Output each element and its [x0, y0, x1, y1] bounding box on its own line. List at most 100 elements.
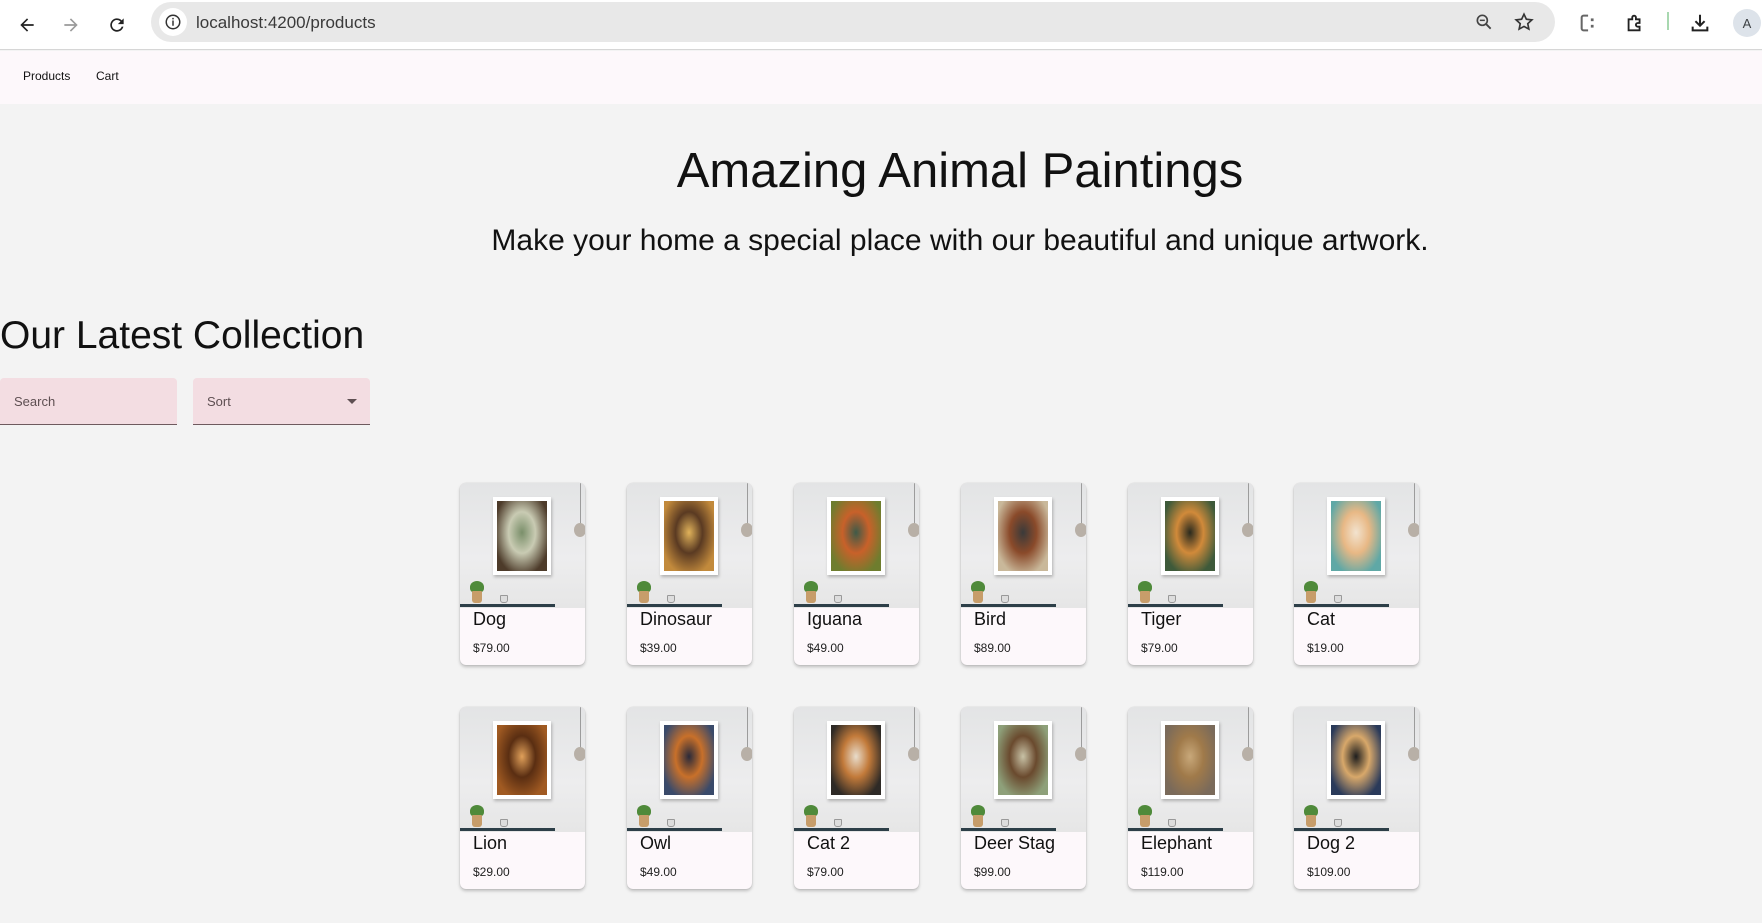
- bookmark-star-icon[interactable]: [1512, 10, 1536, 34]
- pendant-lamp: [1408, 747, 1419, 761]
- product-card[interactable]: Bird $89.00: [961, 483, 1086, 665]
- painting-frame: [1327, 497, 1385, 575]
- product-image[interactable]: [961, 707, 1086, 832]
- plant-pot: [1306, 815, 1316, 827]
- product-image[interactable]: [627, 483, 752, 608]
- lamp-cord: [914, 707, 915, 749]
- address-bar[interactable]: localhost:4200/products: [151, 2, 1555, 42]
- product-image[interactable]: [460, 483, 585, 608]
- site-info-icon[interactable]: [159, 8, 187, 36]
- painting-frame: [493, 721, 551, 799]
- product-image[interactable]: [794, 707, 919, 832]
- product-price: $99.00: [974, 865, 1011, 879]
- shelf: [961, 604, 1056, 607]
- pendant-lamp: [908, 747, 919, 761]
- painting-frame: [994, 497, 1052, 575]
- painting-frame: [1161, 497, 1219, 575]
- extensions-puzzle-icon[interactable]: [1621, 9, 1649, 37]
- product-name: Dog: [473, 609, 507, 629]
- product-card[interactable]: Elephant $119.00: [1128, 707, 1253, 889]
- product-name: Dinosaur: [640, 609, 713, 629]
- plant-pot: [639, 591, 649, 603]
- shelf: [627, 828, 722, 831]
- painting-art: [497, 725, 547, 795]
- product-image[interactable]: [961, 483, 1086, 608]
- lamp-cord: [1248, 707, 1249, 749]
- product-card[interactable]: Cat $19.00: [1294, 483, 1419, 665]
- painting-frame: [827, 497, 885, 575]
- search-input[interactable]: [0, 378, 177, 424]
- product-card[interactable]: Tiger $79.00: [1128, 483, 1253, 665]
- product-image[interactable]: [794, 483, 919, 608]
- painting-art: [998, 725, 1048, 795]
- sort-select[interactable]: Sort: [193, 378, 370, 425]
- pot-icon: [500, 595, 508, 603]
- product-price: $79.00: [473, 641, 510, 655]
- product-card[interactable]: Lion $29.00: [460, 707, 585, 889]
- lamp-cord: [1414, 483, 1415, 525]
- pot-icon: [500, 819, 508, 827]
- pendant-lamp: [1075, 523, 1086, 537]
- download-icon[interactable]: [1686, 9, 1714, 37]
- shelf: [1294, 604, 1389, 607]
- product-name: Deer Stag: [974, 833, 1056, 853]
- plant-pot: [639, 815, 649, 827]
- product-image[interactable]: [1128, 707, 1253, 832]
- plant-pot: [973, 591, 983, 603]
- product-name: Dog 2: [1307, 833, 1356, 853]
- product-name: Bird: [974, 609, 1007, 629]
- shelf: [1294, 828, 1389, 831]
- forward-arrow-icon[interactable]: [53, 7, 89, 43]
- lamp-cord: [747, 707, 748, 749]
- product-card[interactable]: Iguana $49.00: [794, 483, 919, 665]
- painting-art: [831, 501, 881, 571]
- product-image[interactable]: [1294, 707, 1419, 832]
- lamp-cord: [1081, 707, 1082, 749]
- pendant-lamp: [741, 747, 752, 761]
- plant-pot: [472, 591, 482, 603]
- back-arrow-icon[interactable]: [9, 7, 45, 43]
- product-card[interactable]: Dog 2 $109.00: [1294, 707, 1419, 889]
- product-card[interactable]: Dinosaur $39.00: [627, 483, 752, 665]
- collection-title: Our Latest Collection: [0, 314, 365, 357]
- nav-cart-link[interactable]: Cart: [96, 69, 119, 83]
- product-name: Owl: [640, 833, 671, 853]
- lamp-cord: [580, 483, 581, 525]
- pendant-lamp: [908, 523, 919, 537]
- painting-art: [497, 501, 547, 571]
- product-image[interactable]: [627, 707, 752, 832]
- product-image[interactable]: [460, 707, 585, 832]
- product-card[interactable]: Cat 2 $79.00: [794, 707, 919, 889]
- pot-icon: [1334, 819, 1342, 827]
- profile-avatar[interactable]: A: [1733, 9, 1761, 37]
- product-card[interactable]: Deer Stag $99.00: [961, 707, 1086, 889]
- painting-art: [1165, 501, 1215, 571]
- plant-pot: [1306, 591, 1316, 603]
- shelf: [794, 828, 889, 831]
- painting-frame: [827, 721, 885, 799]
- url-text[interactable]: localhost:4200/products: [196, 13, 376, 33]
- product-card[interactable]: Dog $79.00: [460, 483, 585, 665]
- product-name: Cat: [1307, 609, 1336, 629]
- pot-icon: [834, 595, 842, 603]
- product-name: Lion: [473, 833, 508, 853]
- search-field[interactable]: [0, 378, 177, 425]
- product-image[interactable]: [1128, 483, 1253, 608]
- pendant-lamp: [574, 523, 585, 537]
- shelf: [460, 828, 555, 831]
- extension-icon[interactable]: [1575, 9, 1603, 37]
- shelf: [1128, 604, 1223, 607]
- chevron-down-icon[interactable]: [347, 399, 357, 404]
- nav-products-link[interactable]: Products: [23, 69, 70, 83]
- pot-icon: [1168, 595, 1176, 603]
- painting-art: [664, 501, 714, 571]
- pendant-lamp: [1408, 523, 1419, 537]
- shelf: [794, 604, 889, 607]
- reload-icon[interactable]: [99, 7, 135, 43]
- plant-pot: [806, 591, 816, 603]
- product-image[interactable]: [1294, 483, 1419, 608]
- zoom-icon[interactable]: [1472, 10, 1496, 34]
- product-card[interactable]: Owl $49.00: [627, 707, 752, 889]
- plant-pot: [472, 815, 482, 827]
- pot-icon: [1168, 819, 1176, 827]
